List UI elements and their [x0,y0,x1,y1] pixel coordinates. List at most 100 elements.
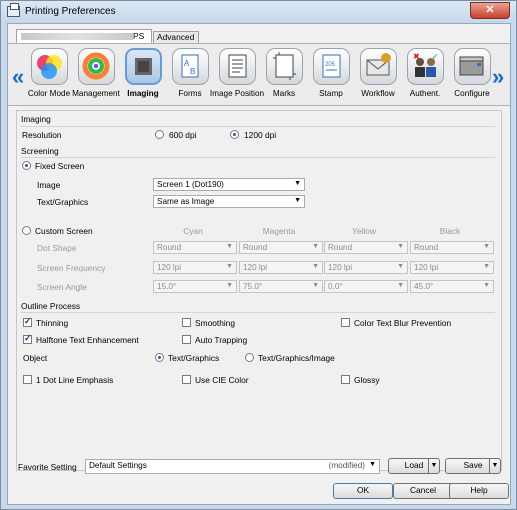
chevron-down-icon: ▼ [312,263,319,270]
frequency-cyan[interactable]: 120 lpi ▼ [153,261,237,274]
smoothing-checkbox[interactable] [182,318,191,327]
section-divider [21,126,495,127]
chevron-down-icon[interactable]: ▼ [489,459,500,473]
marks-icon [266,48,303,85]
angle-cyan[interactable]: 15.0° ▼ [153,280,237,293]
dot-shape-cyan[interactable]: Round ▼ [153,241,237,254]
save-button[interactable]: Save ▼ [445,458,501,474]
halftone-label: Halftone Text Enhancement [36,335,139,345]
chevron-down-icon: ▼ [226,263,233,270]
load-label: Load [404,460,424,470]
combo-value: 0.0° [328,282,343,291]
combo-value: 120 lpi [414,263,439,272]
combo-value: 120 lpi [328,263,353,272]
image-screen-label: Image [37,180,61,190]
cie-color-checkbox[interactable] [182,375,191,384]
frequency-black[interactable]: 120 lpi ▼ [410,261,494,274]
object-text-graphics-radio[interactable] [155,353,164,362]
object-text-graphics-label: Text/Graphics [168,353,220,363]
image-screen-select[interactable]: Screen 1 (Dot190) ▼ [153,178,305,191]
scroll-left-arrow-icon[interactable]: « [12,64,24,90]
glossy-label: Glossy [354,375,380,385]
chevron-down-icon: ▼ [397,282,404,289]
dot-shape-yellow[interactable]: Round ▼ [324,241,408,254]
imaging-panel: Imaging Resolution 600 dpi 1200 dpi Scre… [16,110,502,471]
thinning-checkbox[interactable] [23,316,32,327]
help-button[interactable]: Help [449,483,509,499]
angle-yellow[interactable]: 0.0° ▼ [324,280,408,293]
tool-color-mode[interactable]: Color Mode [26,48,72,106]
forms-icon: AB [172,48,209,85]
tool-workflow[interactable]: Workflow [355,48,401,106]
resolution-600-radio[interactable] [155,130,164,139]
title-bar[interactable]: Printing Preferences ✕ [1,1,516,23]
combo-value: Round [157,243,182,252]
screen-angle-label: Screen Angle [37,282,87,292]
dot-shape-magenta[interactable]: Round ▼ [239,241,323,254]
image-screen-value: Screen 1 (Dot190) [157,180,224,189]
auto-trapping-checkbox[interactable] [182,335,191,344]
svg-text:✖: ✖ [413,52,420,61]
ok-button[interactable]: OK [333,483,393,499]
tool-stamp[interactable]: 205 Stamp [308,48,354,106]
load-button[interactable]: Load ▼ [388,458,440,474]
combo-value: Round [414,243,439,252]
tool-authentication[interactable]: ✖ ✓ Authent. [402,48,448,106]
image-position-icon [219,48,256,85]
close-button[interactable]: ✕ [470,2,510,19]
frequency-yellow[interactable]: 120 lpi ▼ [324,261,408,274]
fixed-screen-radio[interactable] [22,161,31,170]
dot-shape-black[interactable]: Round ▼ [410,241,494,254]
workflow-icon [360,48,397,85]
custom-screen-radio[interactable] [22,226,31,235]
blur-prevention-label: Color Text Blur Prevention [354,318,452,328]
fixed-screen-label: Fixed Screen [35,161,85,171]
object-text-graphics-image-label: Text/Graphics/Image [258,353,335,363]
resolution-label: Resolution [22,130,62,140]
favorite-setting-select[interactable]: Default Settings (modified) ▼ [85,459,380,474]
halftone-checkbox[interactable] [23,333,32,344]
object-text-graphics-image-radio[interactable] [245,353,254,362]
tab-advanced[interactable]: Advanced [153,31,199,43]
blur-prevention-checkbox[interactable] [341,318,350,327]
frequency-magenta[interactable]: 120 lpi ▼ [239,261,323,274]
chevron-down-icon: ▼ [226,282,233,289]
dialog-client: PS Advanced « » Color Mode Management Im… [7,23,511,505]
imaging-icon [125,48,162,85]
chevron-down-icon[interactable]: ▼ [428,459,439,473]
screen-frequency-label: Screen Frequency [37,263,106,273]
chevron-down-icon: ▼ [294,197,301,204]
tool-image-position[interactable]: Image Position [210,48,264,106]
column-header-yellow: Yellow [352,226,376,236]
cancel-button[interactable]: Cancel [393,483,453,499]
function-toolbar: « » Color Mode Management Imaging AB For… [8,43,510,106]
stamp-icon: 205 [313,48,350,85]
screening-section-title: Screening [21,146,59,156]
custom-screen-label: Custom Screen [35,226,93,236]
smoothing-label: Smoothing [195,318,236,328]
svg-text:B: B [190,67,195,76]
printing-preferences-window: Printing Preferences ✕ PS Advanced « » C… [0,0,517,510]
save-label: Save [463,460,483,470]
printer-name-redacted [21,33,133,41]
color-circles-icon [31,48,68,85]
glossy-checkbox[interactable] [341,375,350,384]
resolution-1200-radio[interactable] [230,130,239,139]
tab-printer[interactable]: PS [16,29,152,43]
tool-configure[interactable]: Configure [449,48,495,106]
tool-management[interactable]: Management [72,48,120,106]
chevron-down-icon: ▼ [312,243,319,250]
text-graphics-screen-select[interactable]: Same as Image ▼ [153,195,305,208]
angle-black[interactable]: 45.0° ▼ [410,280,494,293]
authentication-icon: ✖ ✓ [407,48,444,85]
chevron-down-icon: ▼ [226,243,233,250]
one-dot-line-checkbox[interactable] [23,375,32,384]
angle-magenta[interactable]: 75.0° ▼ [239,280,323,293]
tool-imaging[interactable]: Imaging [120,48,166,106]
svg-text:205: 205 [325,62,336,68]
tool-forms[interactable]: AB Forms [167,48,213,106]
favorite-setting-value: Default Settings [89,461,147,470]
tool-marks[interactable]: Marks [261,48,307,106]
color-wheel-icon [78,48,115,85]
section-divider [21,157,495,158]
